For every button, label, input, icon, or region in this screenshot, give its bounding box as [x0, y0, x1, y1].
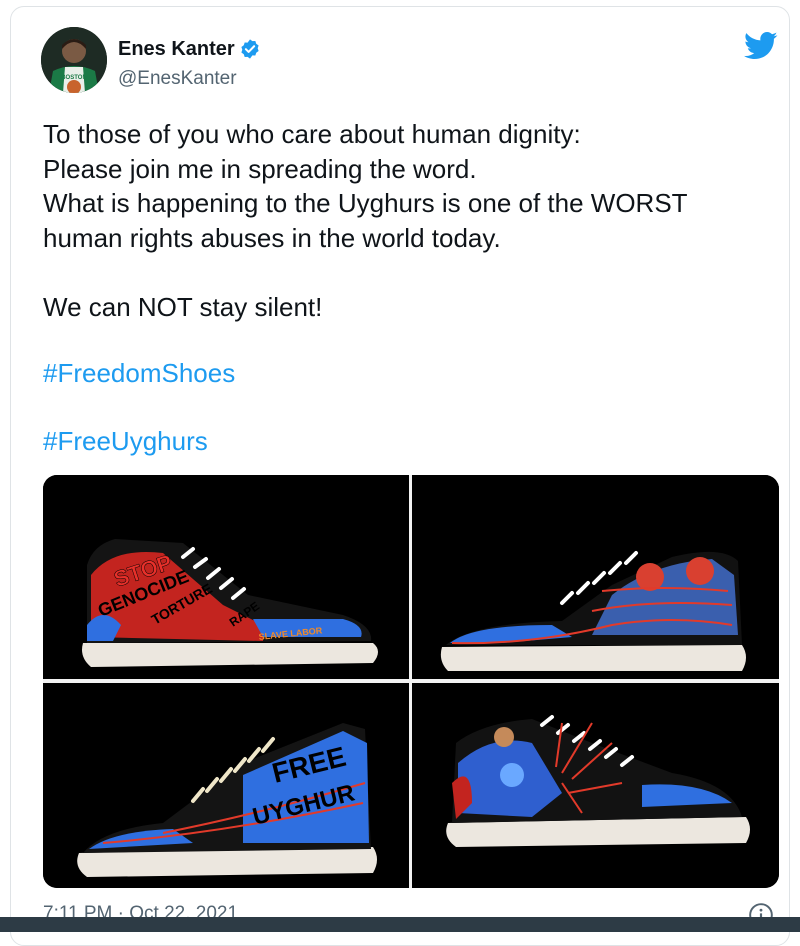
media-photo-3[interactable]: FREE UYGHUR [43, 683, 409, 888]
verified-badge-icon [241, 39, 259, 59]
tweet-card: BOSTON Enes Kanter @EnesKanter To those … [10, 6, 790, 946]
os-taskbar [0, 917, 800, 932]
media-grid[interactable]: STOP GENOCIDE TORTURE RAPE SLAVE LABOR F… [43, 475, 779, 888]
hashtag-freedomshoes[interactable]: #FreedomShoes [43, 356, 235, 390]
tweet-text: To those of you who care about human dig… [43, 119, 688, 322]
author-handle[interactable]: @EnesKanter [118, 68, 237, 90]
twitter-bird-icon[interactable] [744, 31, 778, 61]
hashtag-freeuyghurs[interactable]: #FreeUyghurs [43, 424, 208, 458]
author-display-name[interactable]: Enes Kanter [118, 38, 235, 61]
media-photo-2[interactable] [412, 475, 779, 679]
media-photo-1[interactable]: STOP GENOCIDE TORTURE RAPE SLAVE LABOR [43, 475, 409, 679]
media-photo-4[interactable] [412, 683, 779, 888]
author-avatar[interactable]: BOSTON [41, 27, 107, 93]
